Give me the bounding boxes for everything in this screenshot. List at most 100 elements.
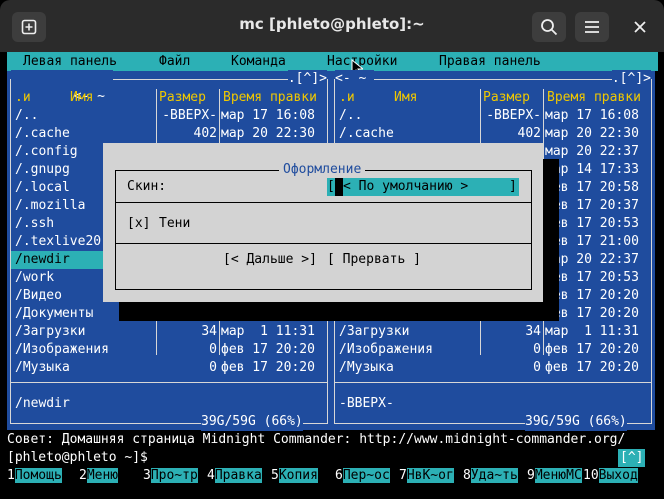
right-disk-usage: 39G/59G (66%) xyxy=(525,413,627,431)
right-panel-topline: <- ~ .[^]> xyxy=(331,70,655,89)
file-row[interactable]: /Изображения 0 фев 17 20:20 xyxy=(7,341,331,359)
file-row[interactable]: /Музыка 0 фев 17 20:20 xyxy=(331,359,655,377)
command-prompt[interactable]: [phleto@phleto ~]$ xyxy=(7,449,148,467)
file-size: 0 xyxy=(209,342,217,357)
file-mtime: мар 1 11:31 xyxy=(545,324,639,339)
file-mtime: фев 17 20:20 xyxy=(545,306,639,321)
file-row[interactable]: /.cache 402 мар 20 22:30 xyxy=(7,125,331,143)
file-row[interactable]: /Музыка 0 фев 17 20:20 xyxy=(7,359,331,377)
fkey-8[interactable]: 8Уда~ть xyxy=(463,467,518,485)
file-mtime: фев 17 20:53 xyxy=(545,216,639,231)
fkey-label: Пер~ос xyxy=(342,468,390,483)
file-name: /Изображения xyxy=(339,342,433,357)
col-time-header[interactable]: Время правки xyxy=(547,89,641,107)
fkey-number: 9 xyxy=(527,468,535,483)
col-ext-header[interactable]: .и xyxy=(339,89,355,107)
hamburger-icon xyxy=(585,21,599,33)
hamburger-menu-button[interactable] xyxy=(575,12,609,42)
file-size: 402 xyxy=(193,126,217,141)
right-status: -ВВЕРХ- xyxy=(339,396,394,411)
fkey-label: Меню xyxy=(86,468,119,483)
left-panel-history[interactable]: .[^]> xyxy=(287,70,327,88)
abort-button[interactable]: [ Прервать ] xyxy=(327,251,421,269)
file-row[interactable]: /.. -ВВЕРХ-мар 17 16:08 xyxy=(7,107,331,125)
prompt-marker: [^] xyxy=(618,449,646,467)
file-mtime: фев 17 21:00 xyxy=(545,234,639,249)
fkey-6[interactable]: 6Пер~ос xyxy=(335,467,390,485)
col-size-header[interactable]: Размер xyxy=(159,89,206,107)
file-size: 0 xyxy=(533,360,541,375)
fkey-3[interactable]: 3Про~тр xyxy=(143,467,198,485)
fkey-number: 2 xyxy=(79,468,87,483)
fkey-number: 1 xyxy=(7,468,15,483)
panel-separator xyxy=(11,382,327,383)
fkey-label: Про~тр xyxy=(150,468,198,483)
fkey-number: 8 xyxy=(463,468,471,483)
shadows-label[interactable]: Тени xyxy=(159,215,190,233)
col-name-header[interactable]: Имя xyxy=(70,89,93,107)
right-panel-path-nav[interactable]: <- ~ xyxy=(335,70,375,88)
fkey-4[interactable]: 4Правка xyxy=(207,467,262,485)
file-mtime: фев 17 20:20 xyxy=(221,342,315,357)
function-key-bar: 1Помощь 2Меню 3Про~тр 4Правка 5Копия 6Пер~ос 7… xyxy=(7,467,664,485)
fkey-label: МенюМС xyxy=(534,468,582,483)
shadows-checkbox[interactable]: [x] xyxy=(127,215,150,233)
file-size: 34 xyxy=(201,324,217,339)
fkey-9[interactable]: 9МенюМС xyxy=(527,467,582,485)
text-cursor xyxy=(335,178,343,196)
file-row[interactable]: /Загрузки 34 мар 1 11:31 xyxy=(7,323,331,341)
file-mtime: мар 20 22:37 xyxy=(545,252,639,267)
file-name: /.. xyxy=(15,108,39,123)
file-name: /.cache xyxy=(15,126,70,141)
file-size: 34 xyxy=(525,324,541,339)
skin-label: Скин: xyxy=(127,179,167,194)
file-row[interactable]: /Загрузки 34 мар 1 11:31 xyxy=(331,323,655,341)
file-row[interactable]: /.cache 402 мар 20 22:30 xyxy=(331,125,655,143)
col-size-header[interactable]: Размер xyxy=(483,89,530,107)
terminal-area: Левая панель Файл Команда Настройки Прав… xyxy=(7,52,664,499)
file-mtime: мар 20 22:30 xyxy=(221,126,315,141)
menu-left-panel[interactable]: Левая панель xyxy=(23,53,117,71)
file-mtime: фев 17 20:58 xyxy=(545,180,639,195)
col-ext-header[interactable]: .и xyxy=(15,89,31,107)
file-size: -ВВЕРХ- xyxy=(486,108,541,123)
file-mtime: фев 17 20:20 xyxy=(545,360,639,375)
left-panel-topline: <- ~ .[^]> xyxy=(7,70,331,124)
fkey-2[interactable]: 2Меню xyxy=(79,467,119,485)
next-button[interactable]: [< Дальше >] xyxy=(223,251,317,269)
col-time-header[interactable]: Время правки xyxy=(223,89,317,107)
skin-bracket: [ xyxy=(327,179,335,194)
close-window-button[interactable] xyxy=(623,12,657,42)
menu-right-panel[interactable]: Правая панель xyxy=(439,53,541,71)
fkey-7[interactable]: 7НвК~ог xyxy=(399,467,454,485)
dialog-separator xyxy=(115,243,532,244)
appearance-dialog: Оформление Скин: [ < По умолчанию > ] [x… xyxy=(103,143,543,302)
file-mtime: мар 20 22:37 xyxy=(545,144,639,159)
fkey-number: 3 xyxy=(143,468,151,483)
file-size: 0 xyxy=(209,360,217,375)
left-disk-usage: 39G/59G (66%) xyxy=(201,413,303,431)
col-name-header[interactable]: Имя xyxy=(394,89,417,107)
file-size: 0 xyxy=(533,342,541,357)
close-icon xyxy=(634,21,646,33)
menu-file[interactable]: Файл xyxy=(159,53,190,71)
fkey-label: НвК~ог xyxy=(406,468,454,483)
fkey-5[interactable]: 5Копия xyxy=(271,467,318,485)
fkey-label: Помощь xyxy=(14,468,62,483)
search-icon xyxy=(541,19,558,36)
file-row[interactable]: /.. -ВВЕРХ-мар 17 16:08 xyxy=(331,107,655,125)
search-button[interactable] xyxy=(532,12,566,42)
skin-select[interactable]: [ < По умолчанию > ] xyxy=(327,178,519,196)
file-mtime: мар 1 11:31 xyxy=(221,324,315,339)
skin-value: < По умолчанию > xyxy=(343,179,469,194)
right-panel-history[interactable]: .[^]> xyxy=(611,70,651,88)
file-name: /Изображения xyxy=(15,342,109,357)
dialog-title: Оформление xyxy=(279,161,366,179)
menu-command[interactable]: Команда xyxy=(231,53,286,71)
fkey-number: 7 xyxy=(399,468,407,483)
fkey-1[interactable]: 1Помощь xyxy=(7,467,62,485)
file-name: /Загрузки xyxy=(339,324,410,339)
file-row[interactable]: /Изображения 0 фев 17 20:20 xyxy=(331,341,655,359)
fkey-10[interactable]: 10Выход xyxy=(583,467,638,485)
dialog-separator xyxy=(115,202,532,203)
